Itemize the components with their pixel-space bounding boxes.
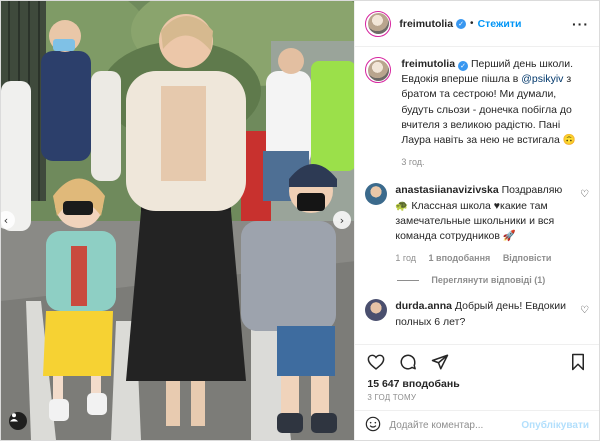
verified-badge-icon: ✓ <box>458 61 469 71</box>
comment-like-heart-icon[interactable]: ♡ <box>580 305 589 329</box>
caption-time[interactable]: 3 год. <box>401 157 424 167</box>
next-photo-arrow-icon[interactable]: › <box>333 211 351 229</box>
commenter-username[interactable]: durda.anna <box>395 300 452 312</box>
follow-button[interactable]: Стежити <box>478 18 522 30</box>
author-username[interactable]: freimutolia <box>399 18 453 30</box>
comment-meta: 1 год 1 вподобання Відповісти <box>395 252 574 265</box>
post-photo-illustration <box>1 1 355 440</box>
emoji-icon[interactable] <box>365 416 381 435</box>
comment-icon[interactable] <box>397 351 419 373</box>
post-photo[interactable]: ‹ › <box>1 1 355 440</box>
heart-icon[interactable] <box>365 351 387 373</box>
header-separator: • <box>470 18 474 29</box>
caption-avatar[interactable] <box>365 57 392 83</box>
post-actions-bar <box>355 344 599 378</box>
view-replies-label[interactable]: Переглянути відповіді (1) <box>431 275 545 285</box>
comment-time[interactable]: 1 год <box>395 253 416 263</box>
comment-item: anastasiianavizivska Поздравляю 🐢 Классн… <box>365 183 589 265</box>
commenter-avatar[interactable] <box>365 183 388 206</box>
comment-likes[interactable]: 1 вподобання <box>429 253 491 263</box>
caption-mention-link[interactable]: @psikyiv <box>521 73 563 85</box>
post-side-panel: freimutolia ✓ • Стежити ··· freimutolia ✓… <box>354 1 599 440</box>
likes-count[interactable]: 15 647 вподобань <box>355 378 599 390</box>
more-options-icon[interactable]: ··· <box>572 17 589 31</box>
verified-badge-icon: ✓ <box>456 18 467 29</box>
add-comment-bar: Опублікувати <box>355 410 599 440</box>
comment-like-heart-icon[interactable]: ♡ <box>580 189 589 265</box>
instagram-post: ‹ › freimutolia ✓ • Стежити ··· freimuto… <box>0 0 600 441</box>
caption-entry: freimutolia ✓ Перший день школи. Евдокія … <box>365 57 589 169</box>
comments-list[interactable]: freimutolia ✓ Перший день школи. Евдокія … <box>355 47 599 344</box>
user-tag-icon[interactable] <box>9 412 27 430</box>
view-replies-toggle[interactable]: Переглянути відповіді (1) <box>397 275 589 285</box>
comment-item: durda.anna Добрый день! Евдокии полных 6… <box>365 299 589 329</box>
bookmark-icon[interactable] <box>567 351 589 373</box>
commenter-username[interactable]: anastasiianavizivska <box>395 184 498 196</box>
replies-divider <box>397 279 420 281</box>
post-time-ago[interactable]: 3 ГОД ТОМУ <box>355 390 599 410</box>
caption-username[interactable]: freimutolia <box>401 58 455 70</box>
share-icon[interactable] <box>429 351 451 373</box>
reply-button[interactable]: Відповісти <box>503 253 552 263</box>
publish-button[interactable]: Опублікувати <box>521 420 589 431</box>
author-avatar[interactable] <box>365 10 392 37</box>
post-header: freimutolia ✓ • Стежити ··· <box>355 1 599 47</box>
comment-input[interactable] <box>389 420 522 431</box>
commenter-avatar[interactable] <box>365 299 388 322</box>
caption-meta: 3 год. <box>401 156 589 169</box>
